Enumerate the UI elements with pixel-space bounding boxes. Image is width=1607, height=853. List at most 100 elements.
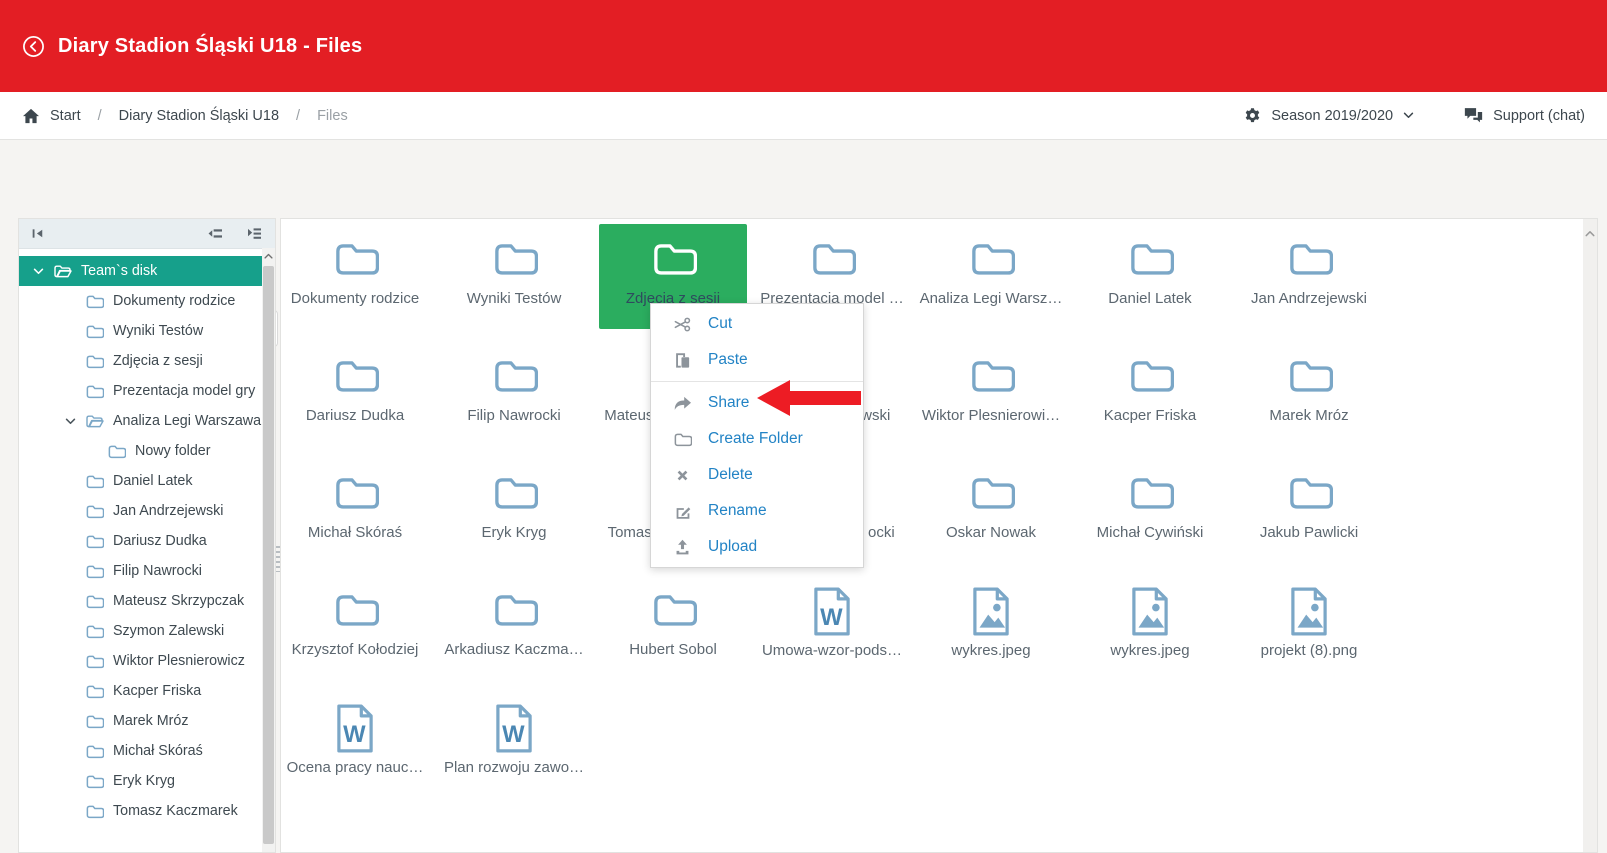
support-chat-link[interactable]: Support (chat) [1464, 107, 1585, 124]
back-circle-icon[interactable] [22, 35, 45, 58]
tree-item[interactable]: Nowy folder [19, 436, 262, 466]
tree-item[interactable]: Wiktor Plesnierowicz [19, 646, 262, 676]
file-item[interactable]: W Kacper Friska [1076, 341, 1224, 446]
tree-item-label: Michał Skóraś [113, 743, 203, 759]
file-item[interactable]: W Michał Cywiński [1076, 458, 1224, 563]
image-file-icon [1129, 584, 1171, 638]
scroll-up-icon[interactable] [262, 248, 275, 264]
folder-icon [85, 623, 104, 639]
expand-all-icon[interactable] [246, 227, 263, 240]
file-item[interactable]: W Wyniki Testów [440, 224, 588, 329]
svg-text:W: W [502, 720, 525, 747]
tree-item[interactable]: Tomasz Kaczmarek [19, 796, 262, 826]
tree-item[interactable]: Kacper Friska [19, 676, 262, 706]
tree-item[interactable]: Marek Mróz [19, 706, 262, 736]
tree-item[interactable]: Filip Nawrocki [19, 556, 262, 586]
file-item-label: Kacper Friska [1104, 407, 1197, 424]
collapse-all-icon[interactable] [207, 227, 224, 240]
breadcrumb-start[interactable]: Start [50, 108, 81, 124]
collapse-sidebar-icon[interactable] [31, 227, 46, 240]
menu-item-delete[interactable]: Delete [651, 457, 863, 493]
file-item[interactable]: W Jakub Pawlicki [1235, 458, 1383, 563]
file-item-label: Eryk Kryg [481, 524, 546, 541]
tree-item[interactable]: Prezentacja model gry [19, 376, 262, 406]
file-item[interactable]: W Dokumenty rodzice [281, 224, 429, 329]
file-item[interactable]: W Ocena pracy nauc… [281, 692, 429, 797]
svg-text:W: W [343, 720, 366, 747]
tree-panel-header [19, 219, 275, 249]
file-item-label: Michał Cywiński [1097, 524, 1204, 541]
breadcrumb-diary[interactable]: Diary Stadion Śląski U18 [119, 108, 279, 124]
tree-item[interactable]: Jan Andrzejewski [19, 496, 262, 526]
file-item[interactable]: W Dariusz Dudka [281, 341, 429, 446]
folder-icon [85, 383, 104, 399]
scissors-icon [672, 315, 693, 334]
file-item[interactable]: W Krzysztof Kołodziej [281, 575, 429, 680]
tree-item[interactable]: Szymon Zalewski [19, 616, 262, 646]
file-item[interactable]: W Hubert Sobol [599, 575, 747, 680]
menu-item-create-folder[interactable]: Create Folder [651, 421, 863, 457]
folder-icon [491, 233, 538, 281]
file-item-label: Jakub Pawlicki [1260, 524, 1358, 541]
svg-text:W: W [820, 603, 843, 630]
file-item[interactable]: W wykres.jpeg [1076, 575, 1224, 680]
x-icon [672, 468, 693, 483]
tree-item[interactable]: Daniel Latek [19, 466, 262, 496]
file-item[interactable]: W Umowa-wzor-pods… [758, 575, 906, 680]
scrollbar-thumb[interactable] [263, 266, 274, 844]
menu-item-upload[interactable]: Upload [651, 529, 863, 565]
tree-item[interactable]: Michał Skóraś [19, 736, 262, 766]
folder-icon [1127, 233, 1174, 281]
menu-item-rename[interactable]: Rename [651, 493, 863, 529]
files-scrollbar[interactable] [1583, 219, 1597, 852]
file-item[interactable]: W Marek Mróz [1235, 341, 1383, 446]
tree-item[interactable]: Dariusz Dudka [19, 526, 262, 556]
file-item[interactable]: W Arkadiusz Kaczma… [440, 575, 588, 680]
tree-item[interactable]: Zdjęcia z sesji [19, 346, 262, 376]
support-label: Support (chat) [1493, 108, 1585, 124]
season-selector[interactable]: Season 2019/2020 [1244, 107, 1414, 124]
file-item[interactable]: W Michał Skóraś [281, 458, 429, 563]
file-item[interactable]: W Eryk Kryg [440, 458, 588, 563]
sidebar-scrollbar[interactable] [262, 248, 275, 852]
file-item[interactable]: W Plan rozwoju zawo… [440, 692, 588, 797]
chevron-down-icon[interactable] [65, 418, 76, 425]
tree-item-label: Wyniki Testów [113, 323, 203, 339]
breadcrumb-separator: / [296, 108, 300, 124]
tree-item[interactable]: Dokumenty rodzice [19, 286, 262, 316]
folder-icon [332, 350, 379, 398]
file-item[interactable]: W Wiktor Plesnierowi… [917, 341, 1065, 446]
file-item-label: Analiza Legi Warsz… [920, 290, 1063, 307]
file-item-label: Michał Skóraś [308, 524, 402, 541]
menu-item-label: Rename [708, 502, 767, 520]
tree-item[interactable]: Wyniki Testów [19, 316, 262, 346]
file-item-label: Marek Mróz [1269, 407, 1348, 424]
breadcrumb-bar: Start / Diary Stadion Śląski U18 / Files… [0, 92, 1607, 140]
folder-icon [85, 353, 104, 369]
file-item[interactable]: W Analiza Legi Warsz… [917, 224, 1065, 329]
file-item-label: Jan Andrzejewski [1251, 290, 1367, 307]
app-window: Diary Stadion Śląski U18 - Files Start /… [0, 0, 1607, 853]
menu-item-paste[interactable]: Paste [651, 342, 863, 378]
folder-tree-panel: Team`s disk Dokumenty rodzice [18, 218, 276, 853]
tree-item[interactable]: Analiza Legi Warszawa [19, 406, 262, 436]
file-item[interactable]: W projekt (8).png [1235, 575, 1383, 680]
folder-tree: Team`s disk Dokumenty rodzice [19, 248, 262, 852]
scroll-up-icon[interactable] [1583, 219, 1597, 241]
file-item[interactable]: W Daniel Latek [1076, 224, 1224, 329]
file-item[interactable]: W wykres.jpeg [917, 575, 1065, 680]
tree-item[interactable]: Mateusz Skrzypczak [19, 586, 262, 616]
file-item[interactable]: W Filip Nawrocki [440, 341, 588, 446]
folder-icon [968, 467, 1015, 515]
tree-item-label: Analiza Legi Warszawa [113, 413, 261, 429]
folder-icon [1286, 233, 1333, 281]
folder-icon [85, 563, 104, 579]
file-item[interactable]: W Oskar Nowak [917, 458, 1065, 563]
tree-item[interactable]: Team`s disk [19, 256, 262, 286]
tree-item-label: Dokumenty rodzice [113, 293, 235, 309]
home-icon[interactable] [22, 108, 40, 124]
file-item[interactable]: W Jan Andrzejewski [1235, 224, 1383, 329]
menu-item-cut[interactable]: Cut [651, 306, 863, 342]
tree-item[interactable]: Eryk Kryg [19, 766, 262, 796]
chevron-down-icon[interactable] [33, 268, 44, 275]
